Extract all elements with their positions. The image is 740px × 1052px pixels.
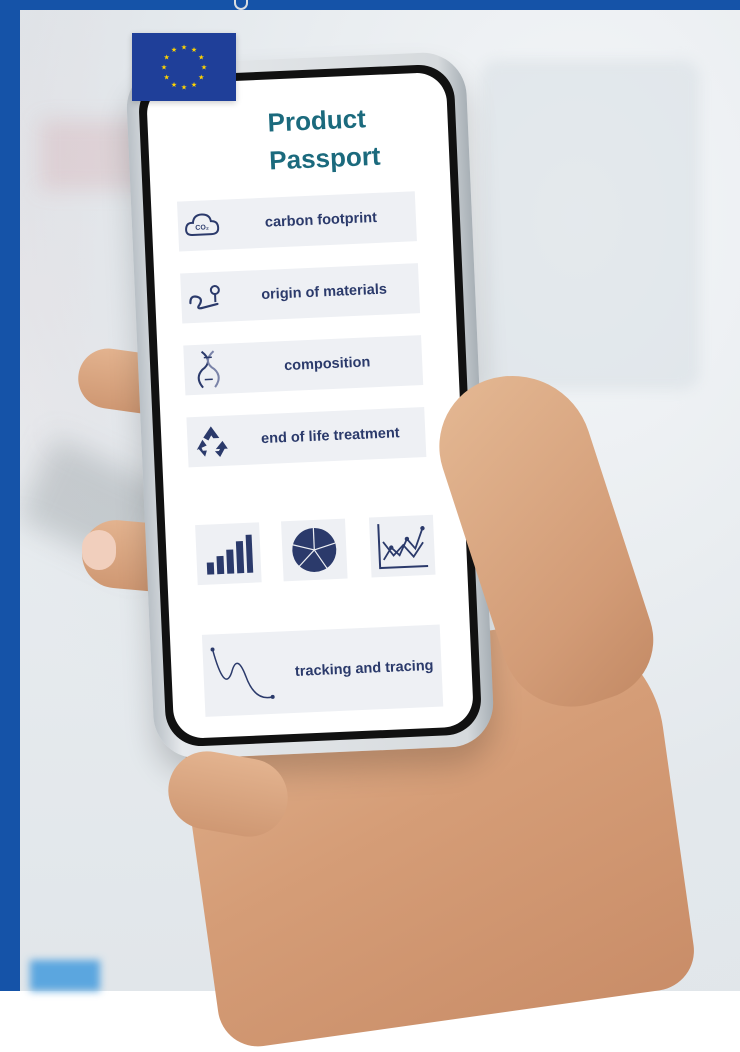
page-title: Product Passport	[147, 96, 450, 185]
recycle-icon	[186, 416, 236, 466]
eu-flag-star: ★	[181, 84, 187, 92]
passport-item-label: tracking and tracing	[283, 658, 442, 681]
passport-item-tracking-and-tracing[interactable]: tracking and tracing	[202, 625, 443, 717]
background-blur	[480, 60, 700, 390]
fingernail	[82, 530, 116, 570]
passport-item-label: origin of materials	[229, 280, 420, 304]
left-blue-bar	[0, 0, 20, 991]
passport-item-label: composition	[232, 352, 423, 376]
top-blue-bar	[0, 0, 740, 10]
tracking-path-icon	[202, 637, 285, 710]
pie-chart-icon	[289, 525, 339, 575]
eu-flag-icon: ★★★★★★★★★★★★	[132, 33, 236, 101]
pie-chart-tile[interactable]	[281, 519, 348, 582]
passport-item-label: carbon footprint	[226, 208, 417, 232]
dna-icon	[183, 344, 233, 394]
passport-item-origin-of-materials[interactable]: origin of materials	[180, 263, 420, 323]
title-line-2: Passport	[268, 134, 449, 180]
phone-screen: Product Passport CO₂ carbon footprint	[146, 72, 474, 739]
eu-flag-star: ★	[198, 54, 204, 62]
passport-item-composition[interactable]: composition	[183, 335, 423, 395]
route-icon	[180, 272, 230, 322]
smartphone: Product Passport CO₂ carbon footprint	[125, 51, 495, 760]
phone-bezel: Product Passport CO₂ carbon footprint	[138, 63, 483, 747]
passport-item-carbon-footprint[interactable]: CO₂ carbon footprint	[177, 191, 417, 251]
eu-flag-star: ★	[171, 81, 177, 89]
bar-chart-tile[interactable]	[195, 522, 262, 585]
eu-flag-star: ★	[171, 46, 177, 54]
bar-chart-icon	[201, 531, 255, 577]
eu-flag-star: ★	[191, 46, 197, 54]
passport-item-end-of-life-treatment[interactable]: end of life treatment	[186, 407, 426, 467]
eu-flag-star: ★	[164, 74, 170, 82]
line-chart-tile[interactable]	[369, 515, 436, 578]
background-blur	[30, 960, 100, 991]
co2-cloud-icon: CO₂	[177, 201, 227, 251]
eu-flag-star: ★	[161, 64, 167, 72]
eu-flag-star: ★	[191, 81, 197, 89]
eu-flag-star: ★	[198, 74, 204, 82]
svg-text:CO₂: CO₂	[195, 224, 209, 232]
eu-flag-star: ★	[164, 54, 170, 62]
line-chart-icon	[374, 520, 430, 572]
eu-flag-star: ★	[201, 64, 207, 72]
eu-flag-star: ★	[181, 44, 187, 52]
passport-item-label: end of life treatment	[235, 424, 426, 448]
